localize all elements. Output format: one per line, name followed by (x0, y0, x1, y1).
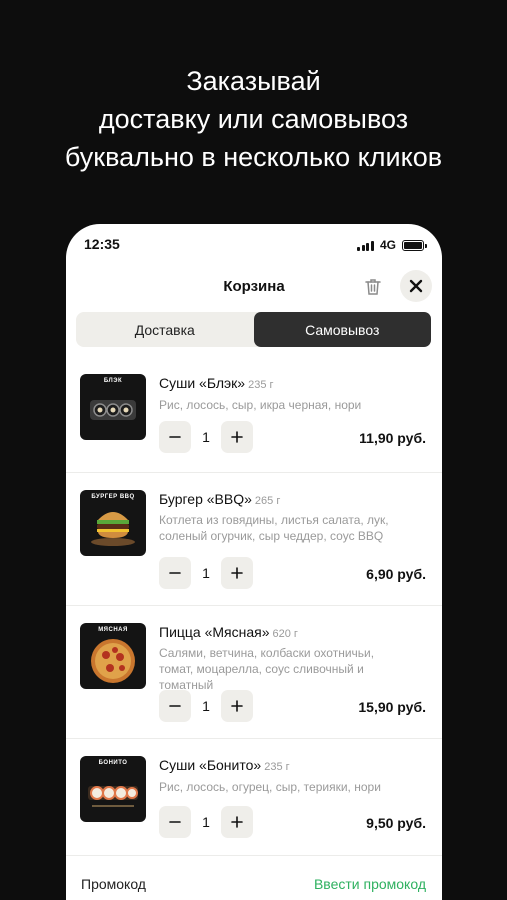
item-image: БЛЭК (80, 374, 146, 440)
tab-pickup[interactable]: Самовывоз (253, 312, 431, 347)
item-name: Пицца «Мясная» 620 г (159, 624, 298, 640)
plus-icon (231, 816, 243, 828)
close-button[interactable] (400, 270, 432, 302)
item-price: 6,90 руб. (366, 566, 426, 582)
quantity-stepper: 1 (159, 421, 253, 453)
increase-button[interactable] (221, 806, 253, 838)
item-price: 9,50 руб. (366, 815, 426, 831)
promo-code-label: Промокод (81, 876, 146, 892)
item-weight: 235 г (248, 379, 274, 391)
item-weight: 235 г (264, 761, 290, 773)
increase-button[interactable] (221, 690, 253, 722)
item-image-label: БЛЭК (103, 378, 123, 384)
page-title: Корзина (223, 278, 285, 295)
close-icon (409, 279, 423, 293)
minus-icon (169, 705, 181, 707)
battery-icon (402, 239, 427, 251)
trash-icon[interactable] (362, 276, 384, 298)
item-price: 15,90 руб. (358, 699, 426, 715)
item-title: Пицца «Мясная» (159, 624, 270, 640)
increase-button[interactable] (221, 557, 253, 589)
promo-line-3: буквально в несколько кликов (64, 142, 443, 172)
quantity-stepper: 1 (159, 690, 253, 722)
decrease-button[interactable] (159, 421, 191, 453)
minus-icon (169, 572, 181, 574)
plus-icon (231, 700, 243, 712)
item-image: БОНИТО (80, 756, 146, 822)
promo-heading: Заказывай доставку или самовывоз букваль… (0, 62, 507, 176)
cart-item: БУРГЕР BBQ Бургер «BBQ» 265 г Котлета из … (66, 473, 442, 606)
cart-item: БЛЭК Суши «Блэк» 235 г Рис, лосось, сыр, … (66, 356, 442, 473)
quantity-value: 1 (202, 429, 210, 445)
delivery-mode-switch: Доставка Самовывоз (76, 312, 431, 347)
status-bar: 12:35 4G (84, 236, 427, 256)
minus-icon (169, 436, 181, 438)
item-description: Салями, ветчина, колбаски охотничьи, том… (159, 646, 375, 692)
quantity-value: 1 (202, 565, 210, 581)
item-price: 11,90 руб. (359, 430, 426, 446)
item-weight: 620 г (272, 628, 298, 640)
cart-item: БОНИТО Суши «Бонито» 235 г Рис, лосось, о… (66, 739, 442, 856)
item-description: Рис, лосось, огурец, сыр, терияки, нори (159, 780, 381, 794)
item-description: Рис, лосось, сыр, икра черная, нори (159, 398, 362, 412)
status-time: 12:35 (84, 236, 120, 252)
plus-icon (231, 431, 243, 443)
status-indicators: 4G (357, 238, 427, 252)
item-name: Бургер «BBQ» 265 г (159, 491, 280, 507)
item-image: МЯСНАЯ (80, 623, 146, 689)
quantity-stepper: 1 (159, 557, 253, 589)
decrease-button[interactable] (159, 690, 191, 722)
decrease-button[interactable] (159, 806, 191, 838)
phone-screen: 12:35 4G Корзина Доставка Самовывоз БЛЭК… (66, 224, 442, 900)
item-image-label: БУРГЕР BBQ (91, 494, 135, 500)
item-name: Суши «Блэк» 235 г (159, 375, 274, 391)
minus-icon (169, 821, 181, 823)
item-title: Бургер «BBQ» (159, 491, 252, 507)
promo-code-row: Промокод Ввести промокод (66, 864, 442, 900)
item-image: БУРГЕР BBQ (80, 490, 146, 556)
network-type: 4G (379, 238, 396, 252)
decrease-button[interactable] (159, 557, 191, 589)
cart-header: Корзина (66, 270, 442, 302)
plus-icon (231, 567, 243, 579)
cart-item: МЯСНАЯ Пицца «Мясная» 620 г Салями, ветчи… (66, 606, 442, 739)
item-image-label: МЯСНАЯ (98, 627, 128, 633)
item-name: Суши «Бонито» 235 г (159, 757, 290, 773)
item-weight: 265 г (254, 495, 281, 507)
promo-line-2: доставку или самовывоз (98, 104, 409, 134)
signal-icon (357, 240, 374, 251)
cart-items: БЛЭК Суши «Блэк» 235 г Рис, лосось, сыр, … (66, 356, 442, 856)
quantity-stepper: 1 (159, 806, 253, 838)
tab-delivery[interactable]: Доставка (76, 312, 254, 347)
enter-promo-code-link[interactable]: Ввести промокод (314, 876, 426, 892)
increase-button[interactable] (221, 421, 253, 453)
item-title: Суши «Бонито» (159, 757, 262, 773)
item-image-label: БОНИТО (98, 760, 128, 766)
item-title: Суши «Блэк» (159, 375, 246, 391)
quantity-value: 1 (202, 814, 210, 830)
item-description: Котлета из говядины, листья салата, лук,… (159, 513, 389, 543)
promo-line-1: Заказывай (186, 66, 321, 96)
quantity-value: 1 (202, 698, 210, 714)
